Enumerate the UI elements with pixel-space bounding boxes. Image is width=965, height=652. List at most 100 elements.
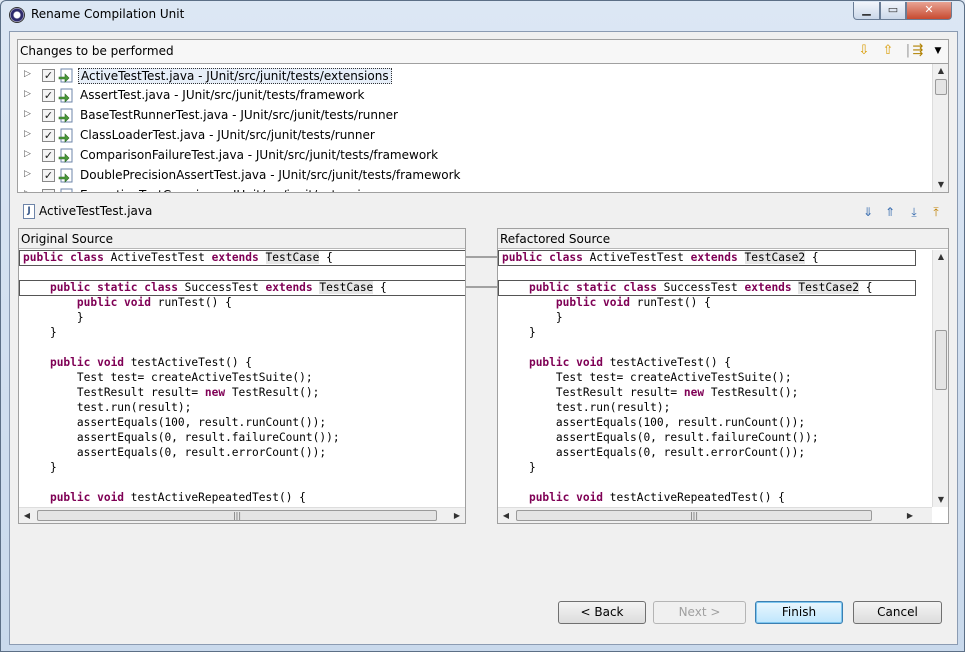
minimize-button[interactable]: ▁	[853, 2, 880, 20]
scroll-up-arrow-icon[interactable]: ▲	[933, 64, 948, 78]
change-item-label: ActiveTestTest.java - JUnit/src/junit/te…	[78, 68, 392, 84]
code-line: }	[23, 461, 57, 474]
code-line: public void testActiveRepeatedTest() {	[528, 491, 785, 504]
original-hscroll-thumb[interactable]: |||	[37, 510, 437, 521]
previous-change-compare-icon[interactable]: ⤒	[927, 203, 945, 221]
diff-box-1	[19, 250, 465, 266]
refactored-source-title: Refactored Source	[498, 229, 948, 249]
expand-arrow-icon[interactable]: ▷	[24, 109, 31, 119]
refactored-vertical-scrollbar[interactable]: ▲ ▼	[932, 250, 948, 507]
original-source-title: Original Source	[19, 229, 465, 249]
rename-dialog-window: Rename Compilation Unit ▁ ▭ ✕ Changes to…	[0, 0, 965, 652]
code-line: }	[502, 311, 563, 324]
next-difference-icon[interactable]: ⇓	[859, 203, 877, 221]
code-line: assertEquals(100, result.runCount());	[502, 416, 806, 429]
change-checkbox[interactable]: ✓	[42, 149, 55, 162]
java-change-icon	[58, 108, 73, 123]
code-line: TestResult result= new TestResult();	[502, 386, 799, 399]
changes-vertical-scrollbar[interactable]: ▲ ▼	[932, 64, 948, 192]
changes-tree[interactable]: ▷ ✓ ActiveTestTest.java - JUnit/src/junit/…	[17, 63, 949, 193]
code-line: Test test= createActiveTestSuite();	[23, 371, 313, 384]
original-source-pane[interactable]: Original Source public class ActiveTestT…	[18, 228, 466, 524]
change-item-label: AssertTest.java - JUnit/src/junit/tests/…	[80, 88, 365, 102]
changes-header: Changes to be performed ⇩ ⇧ | ⇶ ▼	[17, 39, 949, 63]
scroll-down-arrow-icon[interactable]: ▼	[933, 178, 948, 192]
next-button[interactable]: Next >	[653, 601, 746, 624]
change-checkbox[interactable]: ✓	[42, 89, 55, 102]
refactored-hscroll-thumb[interactable]: |||	[516, 510, 872, 521]
code-line: public void testActiveTest() {	[49, 356, 253, 369]
refactored-vscroll-thumb[interactable]	[935, 330, 947, 390]
expand-arrow-icon[interactable]: ▷	[24, 149, 31, 159]
expand-arrow-icon[interactable]: ▷	[24, 189, 31, 192]
next-change-icon[interactable]: ⇩	[856, 43, 872, 59]
code-line: }	[502, 461, 536, 474]
close-button[interactable]: ✕	[906, 2, 952, 20]
java-change-icon	[58, 148, 73, 163]
previous-change-icon[interactable]: ⇧	[880, 43, 896, 59]
title-bar[interactable]: Rename Compilation Unit ▁ ▭ ✕	[1, 1, 964, 29]
java-change-icon	[58, 168, 73, 183]
finish-button[interactable]: Finish	[755, 601, 843, 624]
diff-box-4	[498, 280, 916, 296]
change-checkbox[interactable]: ✓	[42, 189, 55, 192]
code-line: test.run(result);	[23, 401, 192, 414]
scroll-left-arrow-icon[interactable]: ◀	[498, 508, 514, 523]
refactored-source-pane[interactable]: Refactored Source public class ActiveTes…	[497, 228, 949, 524]
expand-arrow-icon[interactable]: ▷	[24, 89, 31, 99]
scroll-right-arrow-icon[interactable]: ▶	[449, 508, 465, 523]
window-title: Rename Compilation Unit	[31, 7, 185, 21]
code-line: public void testActiveRepeatedTest() {	[49, 491, 306, 504]
scroll-down-arrow-icon[interactable]: ▼	[933, 493, 948, 507]
change-item-label: ClassLoaderTest.java - JUnit/src/junit/t…	[80, 128, 375, 142]
java-change-icon	[58, 128, 73, 143]
view-menu-icon[interactable]: ▼	[930, 43, 946, 59]
expand-arrow-icon[interactable]: ▷	[24, 169, 31, 179]
filter-icon[interactable]: ⇶	[910, 43, 926, 59]
change-item[interactable]: ▷ ✓ ActiveTestTest.java - JUnit/src/junit/…	[18, 66, 934, 86]
change-item[interactable]: ▷ ✓ ExceptionTestCase.java - JUnit/src/jun…	[18, 186, 934, 192]
code-line: }	[23, 326, 57, 339]
change-item[interactable]: ▷ ✓ BaseTestRunnerTest.java - JUnit/src/ju…	[18, 106, 934, 126]
scroll-right-arrow-icon[interactable]: ▶	[902, 508, 918, 523]
change-checkbox[interactable]: ✓	[42, 169, 55, 182]
change-checkbox[interactable]: ✓	[42, 109, 55, 122]
scroll-thumb[interactable]	[935, 79, 947, 95]
change-item[interactable]: ▷ ✓ ClassLoaderTest.java - JUnit/src/junit…	[18, 126, 934, 146]
code-line: assertEquals(0, result.errorCount());	[23, 446, 327, 459]
dialog-content: Changes to be performed ⇩ ⇧ | ⇶ ▼ ▷ ✓ Acti…	[9, 31, 958, 645]
maximize-button[interactable]: ▭	[880, 2, 906, 20]
expand-arrow-icon[interactable]: ▷	[24, 69, 31, 79]
code-line: test.run(result);	[502, 401, 671, 414]
change-checkbox[interactable]: ✓	[42, 129, 55, 142]
code-line: assertEquals(0, result.errorCount());	[502, 446, 806, 459]
change-item[interactable]: ▷ ✓ DoublePrecisionAssertTest.java - JUnit…	[18, 166, 934, 186]
refactored-horizontal-scrollbar[interactable]: ◀ ||| ▶	[498, 507, 932, 523]
code-line: assertEquals(100, result.runCount());	[23, 416, 327, 429]
code-line: assertEquals(0, result.failureCount());	[23, 431, 340, 444]
java-change-icon	[60, 188, 73, 192]
change-item[interactable]: ▷ ✓ AssertTest.java - JUnit/src/junit/test…	[18, 86, 934, 106]
original-horizontal-scrollbar[interactable]: ◀ ||| ▶	[19, 507, 465, 523]
change-checkbox[interactable]: ✓	[42, 69, 55, 82]
change-item-label: BaseTestRunnerTest.java - JUnit/src/juni…	[80, 108, 398, 122]
scroll-left-arrow-icon[interactable]: ◀	[19, 508, 35, 523]
code-line: public void runTest() {	[555, 296, 711, 309]
java-change-icon	[58, 88, 73, 103]
java-file-icon: J	[23, 204, 35, 219]
change-item[interactable]: ▷ ✓ ComparisonFailureTest.java - JUnit/src…	[18, 146, 934, 166]
previous-difference-icon[interactable]: ⇑	[881, 203, 899, 221]
code-line: public void runTest() {	[76, 296, 232, 309]
diff-box-2	[19, 280, 465, 296]
code-line: }	[502, 326, 536, 339]
next-change-compare-icon[interactable]: ⤓	[905, 203, 923, 221]
cancel-button[interactable]: Cancel	[853, 601, 942, 624]
back-button[interactable]: < Back	[558, 601, 646, 624]
expand-arrow-icon[interactable]: ▷	[24, 129, 31, 139]
scroll-up-arrow-icon[interactable]: ▲	[933, 250, 948, 264]
